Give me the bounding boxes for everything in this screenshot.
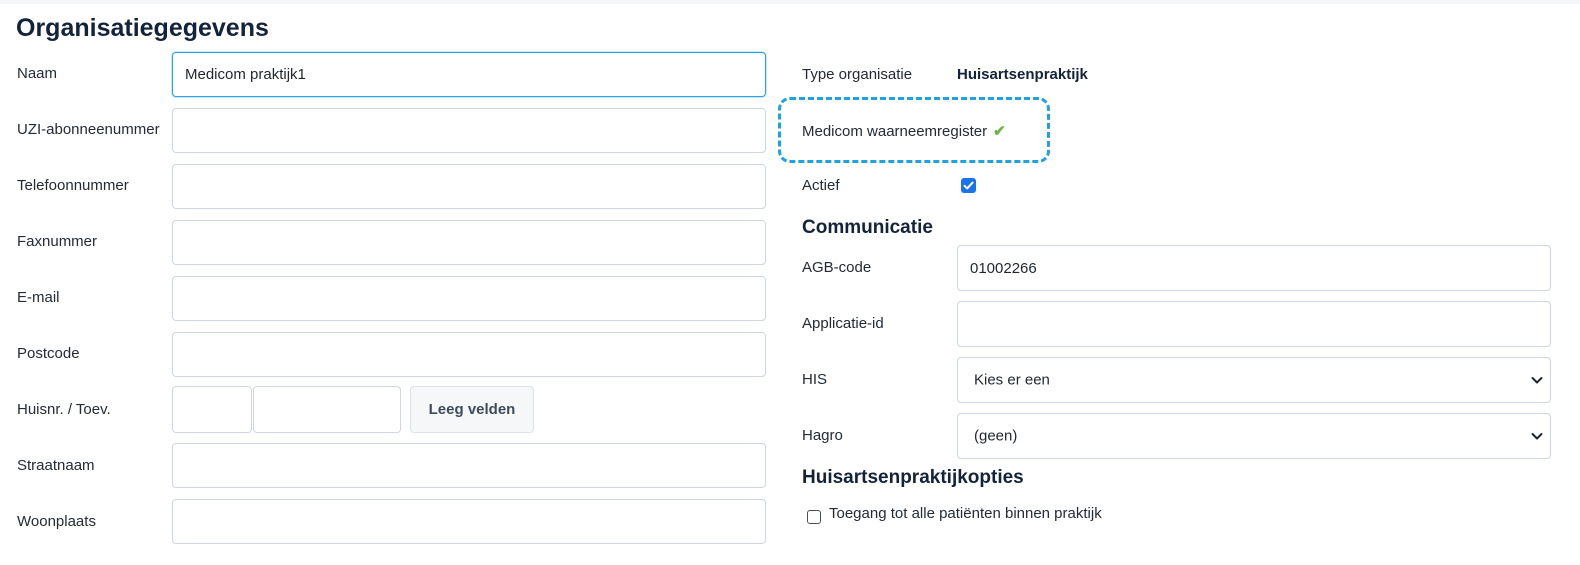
- hagro-select[interactable]: (geen): [957, 413, 1551, 459]
- hagro-label: Hagro: [802, 427, 843, 444]
- register-label: Medicom waarneemregister: [802, 123, 988, 140]
- page-title: Organisatiegegevens: [16, 14, 269, 42]
- his-label: HIS: [802, 371, 828, 388]
- applicatie-input[interactable]: [957, 301, 1551, 347]
- postcode-label: Postcode: [17, 345, 80, 362]
- postcode-input[interactable]: [172, 332, 766, 377]
- fax-label: Faxnummer: [17, 233, 98, 250]
- register-status: Medicom waarneemregister ✔: [802, 122, 1006, 140]
- huisnummer-input[interactable]: [172, 386, 252, 433]
- toegang-checkbox[interactable]: [807, 510, 821, 524]
- agb-label: AGB-code: [802, 259, 872, 276]
- top-bar: [0, 0, 1580, 4]
- communicatie-heading: Communicatie: [802, 217, 933, 238]
- straatnaam-label: Straatnaam: [17, 457, 95, 474]
- straatnaam-input[interactable]: [172, 443, 766, 488]
- fax-input[interactable]: [172, 220, 766, 265]
- email-label: E-mail: [17, 289, 60, 306]
- type-organisatie-label: Type organisatie: [802, 66, 913, 83]
- chevron-down-icon: [1531, 433, 1543, 440]
- actief-checkbox[interactable]: [961, 178, 976, 193]
- woonplaats-input[interactable]: [172, 499, 766, 544]
- agb-input[interactable]: [957, 245, 1551, 291]
- huisnr-label: Huisnr. / Toev.: [17, 401, 111, 418]
- chevron-down-icon: [1531, 377, 1543, 384]
- telefoon-label: Telefoonnummer: [17, 177, 129, 194]
- applicatie-label: Applicatie-id: [802, 315, 884, 332]
- type-organisatie-value: Huisartsenpraktijk: [957, 66, 1088, 83]
- clear-fields-button[interactable]: Leeg velden: [410, 386, 534, 433]
- uzi-input[interactable]: [172, 108, 766, 153]
- naam-input[interactable]: [172, 52, 766, 97]
- checkmark-icon: ✔: [993, 123, 1006, 140]
- his-selected-value: Kies er een: [974, 371, 1050, 389]
- woonplaats-label: Woonplaats: [17, 513, 96, 530]
- hagro-selected-value: (geen): [974, 427, 1018, 445]
- telefoon-input[interactable]: [172, 164, 766, 209]
- toegang-label: Toegang tot alle patiënten binnen prakti…: [829, 505, 1102, 522]
- naam-label: Naam: [17, 65, 58, 82]
- opties-heading: Huisartsenpraktijkopties: [802, 467, 1024, 488]
- email-input[interactable]: [172, 276, 766, 321]
- checkbox-check-icon: [963, 181, 974, 190]
- toevoeging-input[interactable]: [253, 386, 401, 433]
- his-select[interactable]: Kies er een: [957, 357, 1551, 403]
- actief-label: Actief: [802, 177, 840, 194]
- uzi-label: UZI-abonneenummer: [17, 121, 160, 138]
